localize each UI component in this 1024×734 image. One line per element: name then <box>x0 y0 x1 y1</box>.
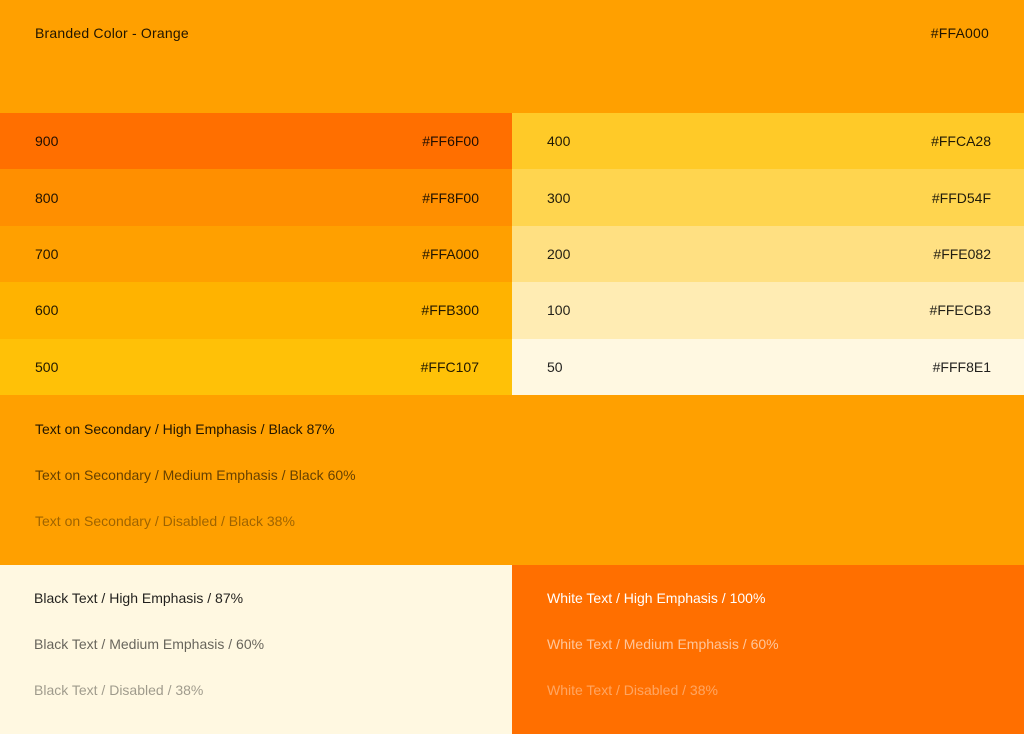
swatch-row: 300 #FFD54F <box>512 169 1024 226</box>
swatch-shade: 600 <box>35 302 59 319</box>
white-text-high: White Text / High Emphasis / 100% <box>547 590 766 606</box>
swatch-hex: #FFE082 <box>933 245 991 262</box>
white-text-disabled: White Text / Disabled / 38% <box>547 682 718 698</box>
swatch-hex: #FFECB3 <box>929 302 991 319</box>
swatch-row: 600 #FFB300 <box>0 282 512 339</box>
white-text-panel: White Text / High Emphasis / 100% White … <box>512 565 1024 734</box>
swatch-shade: 200 <box>547 245 571 262</box>
color-palette-page: Branded Color - Orange #FFA000 900 #FF6F… <box>0 0 1024 734</box>
black-text-high: Black Text / High Emphasis / 87% <box>34 590 244 606</box>
swatch-row: 800 #FF8F00 <box>0 169 512 226</box>
primary-hex-code: #FFA000 <box>930 25 989 41</box>
text-on-secondary-high: Text on Secondary / High Emphasis / Blac… <box>35 421 335 437</box>
swatch-hex: #FF6F00 <box>422 133 479 150</box>
swatch-shade: 500 <box>35 358 59 375</box>
swatch-shade: 300 <box>547 189 571 206</box>
swatch-row: 700 #FFA000 <box>0 225 512 283</box>
swatch-hex: #FFD54F <box>931 189 991 206</box>
swatch-column-light: 400 #FFCA28 300 #FFD54F 200 #FFE082 100 … <box>512 113 1024 395</box>
swatch-row: 900 #FF6F00 <box>0 113 512 170</box>
text-on-secondary-disabled: Text on Secondary / Disabled / Black 38% <box>35 513 295 529</box>
black-text-disabled: Black Text / Disabled / 38% <box>34 682 204 698</box>
swatch-hex: #FFCA28 <box>931 133 991 150</box>
swatch-shade: 50 <box>547 358 563 375</box>
text-on-secondary-medium: Text on Secondary / Medium Emphasis / Bl… <box>35 467 356 483</box>
text-on-secondary-panel: Text on Secondary / High Emphasis / Blac… <box>0 395 1024 565</box>
swatch-shade: 400 <box>547 133 571 150</box>
swatch-shade: 800 <box>35 189 59 206</box>
white-text-medium: White Text / Medium Emphasis / 60% <box>547 636 779 652</box>
swatch-column-dark: 900 #FF6F00 800 #FF8F00 700 #FFA000 600 … <box>0 113 512 395</box>
swatch-hex: #FFB300 <box>421 302 479 319</box>
swatch-hex: #FF8F00 <box>422 189 479 206</box>
swatch-row: 200 #FFE082 <box>512 225 1024 283</box>
swatch-hex: #FFA000 <box>422 245 479 262</box>
black-text-medium: Black Text / Medium Emphasis / 60% <box>34 636 265 652</box>
primary-color-header: Branded Color - Orange #FFA000 <box>0 0 1024 113</box>
swatch-shade: 900 <box>35 133 59 150</box>
black-text-panel: Black Text / High Emphasis / 87% Black T… <box>0 565 512 734</box>
swatch-row: 100 #FFECB3 <box>512 282 1024 339</box>
swatch-shade: 100 <box>547 302 571 319</box>
palette-title: Branded Color - Orange <box>35 25 189 41</box>
swatch-row: 50 #FFF8E1 <box>512 338 1024 395</box>
swatch-row: 400 #FFCA28 <box>512 113 1024 170</box>
swatch-hex: #FFF8E1 <box>932 358 991 375</box>
swatch-row: 500 #FFC107 <box>0 338 512 395</box>
swatch-shade: 700 <box>35 245 59 262</box>
swatch-hex: #FFC107 <box>420 358 479 375</box>
